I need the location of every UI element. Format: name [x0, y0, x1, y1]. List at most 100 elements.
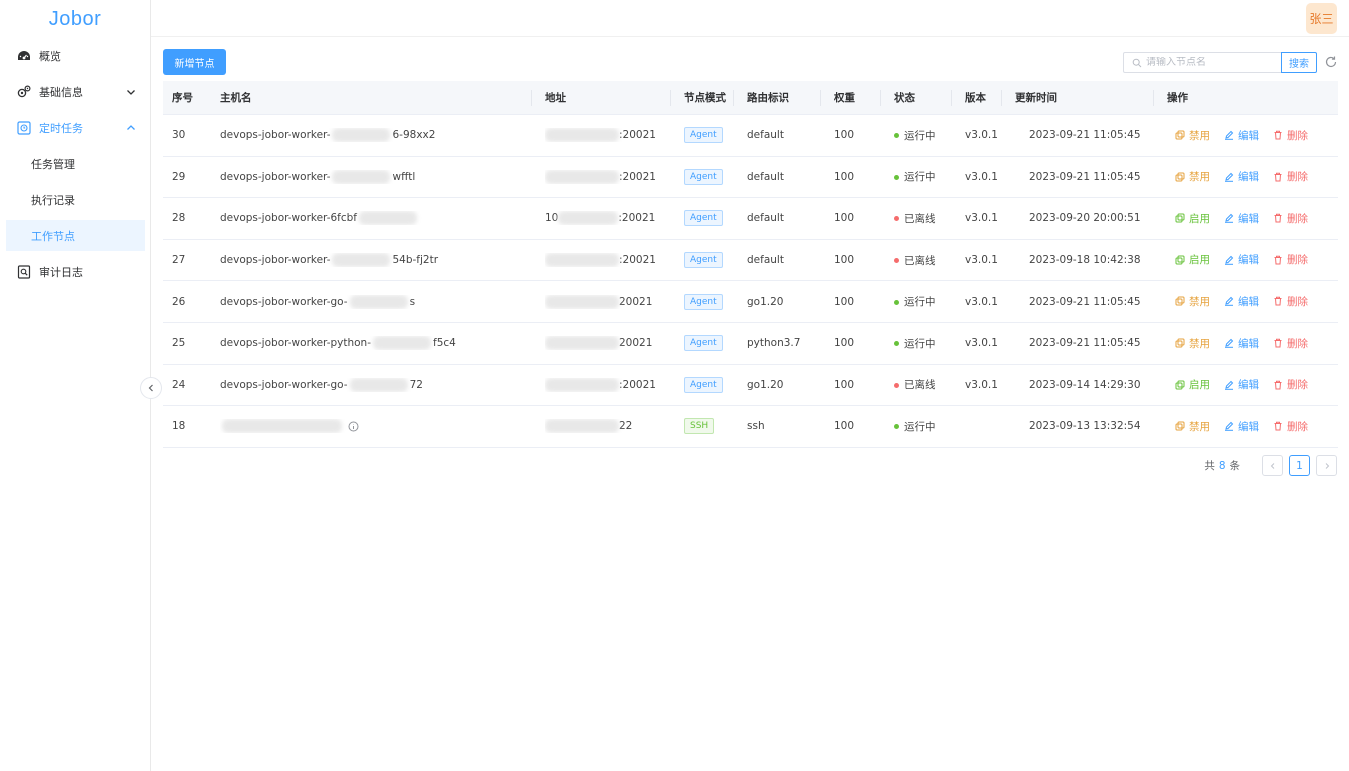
redacted-mask: [373, 336, 431, 351]
sidebar-item-overview[interactable]: 概览: [0, 38, 151, 74]
sidebar-item-label: 审计日志: [39, 266, 83, 279]
address-port-text: 22: [619, 420, 633, 433]
cell-hostname: devops-jobor-worker- 54b-fj2tr: [220, 253, 530, 268]
delete-button[interactable]: 删除: [1273, 169, 1308, 184]
address-port-text: :20021: [619, 129, 656, 142]
enable-icon: [1175, 380, 1185, 390]
hostname-text: devops-jobor-worker-: [220, 170, 331, 183]
page-button-current[interactable]: 1: [1289, 455, 1310, 476]
cell-route: default: [747, 212, 784, 225]
user-avatar[interactable]: 张三: [1306, 3, 1337, 34]
edit-button[interactable]: 编辑: [1224, 336, 1259, 351]
hostname-text: devops-jobor-worker-go-: [220, 295, 348, 308]
cell-address: 20021: [545, 294, 665, 309]
edit-label: 编辑: [1238, 337, 1259, 350]
edit-button[interactable]: 编辑: [1224, 294, 1259, 309]
sidebar-item-basic-info[interactable]: 基础信息: [0, 74, 151, 110]
enable-button[interactable]: 启用: [1175, 211, 1210, 226]
delete-button[interactable]: 删除: [1273, 211, 1308, 226]
disable-button[interactable]: 禁用: [1175, 336, 1210, 351]
table-row: 29 devops-jobor-worker-wfftl:20021 Agent de…: [163, 157, 1338, 199]
address-port-text: :20021: [618, 212, 656, 225]
cell-version: v3.0.1: [965, 295, 998, 308]
delete-label: 删除: [1287, 254, 1308, 267]
search-button[interactable]: 搜索: [1281, 52, 1317, 73]
edit-button[interactable]: 编辑: [1224, 419, 1259, 434]
enable-button[interactable]: 启用: [1175, 252, 1210, 267]
sidebar-item-scheduled-tasks[interactable]: 定时任务: [0, 110, 151, 146]
mode-tag: Agent: [684, 168, 723, 185]
cell-weight: 100: [834, 129, 855, 142]
refresh-icon[interactable]: [1324, 55, 1338, 69]
cell-hostname: devops-jobor-worker-python-f5c4: [220, 336, 530, 351]
cell-no: 24: [172, 378, 186, 391]
toggle-label: 启用: [1189, 254, 1210, 267]
hostname-tail-text: f5c4: [433, 337, 456, 350]
sidebar-collapse-button[interactable]: [140, 377, 162, 399]
column-header-version: 版本: [965, 92, 986, 104]
edit-icon: [1225, 338, 1234, 348]
status-text: 运行中: [904, 129, 936, 142]
delete-button[interactable]: 删除: [1273, 252, 1308, 267]
delete-label: 删除: [1287, 129, 1308, 142]
status-dot: [894, 133, 899, 139]
audit-icon: [16, 264, 32, 280]
chevron-left-icon: [148, 384, 153, 392]
column-header-route: 路由标识: [747, 92, 789, 104]
sidebar-subitem-task-management[interactable]: 任务管理: [6, 148, 145, 179]
delete-button[interactable]: 删除: [1273, 336, 1308, 351]
disable-button[interactable]: 禁用: [1175, 419, 1210, 434]
delete-label: 删除: [1287, 295, 1308, 308]
sidebar-subitem-execution-records[interactable]: 执行记录: [6, 184, 145, 215]
toggle-label: 禁用: [1189, 171, 1210, 184]
cell-mode: Agent: [684, 252, 723, 269]
table-row: 26 devops-jobor-worker-go-s 20021 Agent go1.…: [163, 281, 1338, 323]
next-page-button[interactable]: [1316, 455, 1337, 476]
disable-button[interactable]: 禁用: [1175, 169, 1210, 184]
cell-update-time: 2023-09-20 20:00:51: [1029, 212, 1141, 225]
disable-button[interactable]: 禁用: [1175, 128, 1210, 143]
status-dot: [894, 341, 899, 347]
edit-button[interactable]: 编辑: [1224, 211, 1259, 226]
cell-mode: Agent: [684, 127, 723, 144]
mode-tag: Agent: [684, 376, 723, 393]
column-header-hostname: 主机名: [220, 92, 252, 104]
status-text: 已离线: [904, 212, 936, 225]
prev-page-button[interactable]: [1262, 455, 1283, 476]
address-port-text: :20021: [619, 170, 656, 183]
sidebar-item-audit-log[interactable]: 审计日志: [0, 254, 151, 290]
address-port-text: :20021: [619, 254, 656, 267]
delete-button[interactable]: 删除: [1273, 294, 1308, 309]
cell-status: 运行中: [894, 336, 936, 351]
redacted-mask: [332, 253, 391, 268]
hostname-tail-text: s: [409, 295, 416, 308]
hostname-text: devops-jobor-worker-go-: [220, 378, 348, 391]
sidebar-subitem-worker-nodes[interactable]: 工作节点: [6, 220, 145, 251]
cell-status: 已离线: [894, 253, 936, 268]
pagination-total: 共8条: [1204, 458, 1240, 473]
delete-icon: [1274, 338, 1282, 348]
delete-button[interactable]: 删除: [1273, 419, 1308, 434]
edit-button[interactable]: 编辑: [1224, 128, 1259, 143]
cell-update-time: 2023-09-21 11:05:45: [1029, 295, 1141, 308]
toggle-label: 启用: [1189, 212, 1210, 225]
cell-address: :20021: [545, 128, 665, 143]
info-icon[interactable]: [348, 421, 359, 432]
disable-button[interactable]: 禁用: [1175, 294, 1210, 309]
edit-icon: [1225, 380, 1234, 390]
add-node-button[interactable]: 新增节点: [163, 49, 226, 75]
enable-button[interactable]: 启用: [1175, 377, 1210, 392]
delete-icon: [1274, 172, 1282, 182]
delete-button[interactable]: 删除: [1273, 377, 1308, 392]
cell-address: :20021: [545, 169, 665, 184]
edit-button[interactable]: 编辑: [1224, 169, 1259, 184]
edit-button[interactable]: 编辑: [1224, 377, 1259, 392]
column-header-mode: 节点模式: [684, 92, 726, 104]
node-name-search-input[interactable]: [1146, 57, 1276, 68]
cell-version: v3.0.1: [965, 129, 998, 142]
delete-button[interactable]: 删除: [1273, 128, 1308, 143]
search-box: [1123, 52, 1282, 73]
edit-button[interactable]: 编辑: [1224, 252, 1259, 267]
edit-label: 编辑: [1238, 129, 1259, 142]
cell-weight: 100: [834, 295, 855, 308]
